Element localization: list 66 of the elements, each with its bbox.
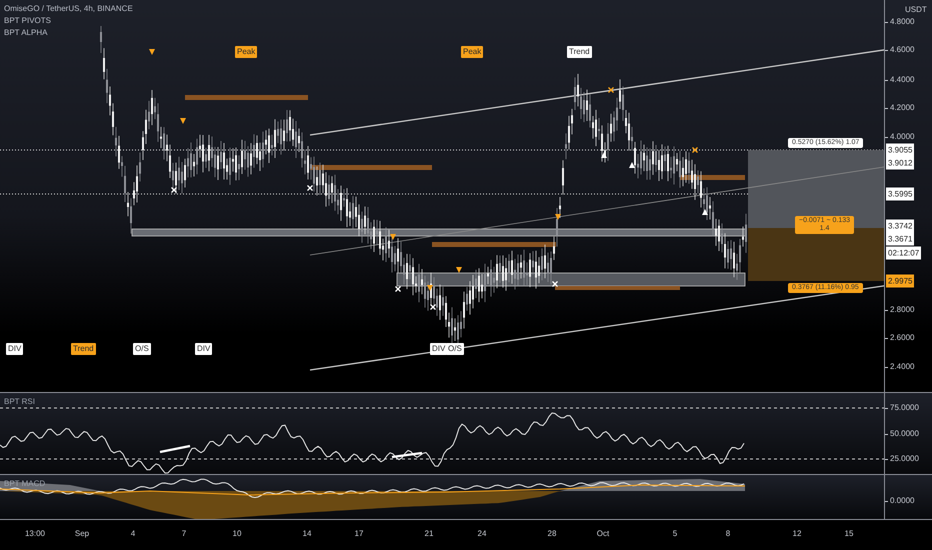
price-tick: 2.4000	[885, 362, 914, 372]
rsi-tick: 75.0000	[885, 403, 919, 413]
price-tag: 3.9012	[886, 156, 914, 170]
indicator-name: BPT PIVOTS	[4, 16, 52, 25]
time-label: 8	[726, 529, 730, 538]
price-tick: 2.6000	[885, 333, 914, 343]
time-label: 4	[130, 529, 136, 538]
triangle-down-icon	[149, 49, 155, 55]
time-label: 10	[232, 529, 242, 538]
time-label: Sep	[74, 529, 90, 538]
symbol-title: OmiseGO / TetherUS, 4h, BINANCE	[4, 4, 133, 13]
signal-label: Trend	[567, 46, 592, 58]
price-tick: 4.8000	[885, 17, 914, 27]
rsi-tick: 50.0000	[885, 429, 919, 439]
currency-unit: USDT	[905, 5, 927, 14]
triangle-down-icon	[427, 285, 433, 291]
signal-label: Trend	[71, 343, 96, 355]
signal-label: O/S	[446, 343, 464, 355]
x-mark-icon	[306, 184, 314, 192]
price-tick: 2.8000	[885, 305, 914, 315]
time-label: Oct	[596, 529, 610, 538]
price-tag: 3.5995	[886, 188, 914, 200]
time-label: 21	[424, 529, 434, 538]
time-label: 12	[792, 529, 802, 538]
time-label: 13:00	[24, 529, 46, 538]
price-tick: 4.0000	[885, 132, 914, 142]
time-label: 24	[478, 529, 486, 538]
x-mark-icon	[394, 286, 402, 292]
price-tag: 02:12:07	[886, 246, 922, 260]
triangle-up-icon	[702, 209, 708, 215]
time-label: 5	[672, 529, 678, 538]
price-tag: 3.3671	[886, 232, 914, 246]
triangle-down-icon	[456, 267, 462, 273]
signal-label: Peak	[235, 46, 258, 58]
triangle-up-icon	[601, 152, 607, 158]
pane-title: BPT RSI	[4, 397, 35, 406]
divergence-line	[392, 452, 422, 458]
price-tag: 2.9975	[886, 274, 914, 288]
divergence-line	[160, 444, 190, 454]
triangle-down-icon	[180, 118, 186, 124]
triangle-down-icon	[390, 234, 396, 240]
macd-tick: 0.0000	[885, 496, 914, 506]
price-tag: 3.3742	[886, 220, 914, 232]
signal-label: DIV	[6, 343, 24, 355]
time-label: 28	[548, 529, 556, 538]
time-label: 14	[302, 529, 312, 538]
price-tick: 4.2000	[885, 103, 914, 113]
price-tick: 4.6000	[885, 45, 914, 55]
signal-label: Peak	[461, 46, 484, 58]
triangle-down-icon	[555, 214, 561, 220]
time-label: 15	[844, 529, 854, 538]
x-mark-icon	[430, 304, 436, 310]
x-mark-icon	[552, 280, 558, 288]
x-mark-icon	[692, 146, 698, 154]
signal-label: DIV	[430, 343, 448, 355]
price-tick: 4.4000	[885, 75, 914, 85]
indicator-name: BPT ALPHA	[4, 28, 48, 37]
x-mark-icon	[608, 86, 614, 94]
x-mark-icon	[170, 186, 178, 194]
signal-label: O/S	[133, 343, 151, 355]
signal-label: DIV	[195, 343, 212, 355]
time-label: 17	[354, 529, 364, 538]
rsi-tick: 25.0000	[885, 454, 919, 464]
time-label: 7	[182, 529, 186, 538]
triangle-up-icon	[629, 162, 635, 168]
price-tag: 3.9055	[886, 144, 914, 156]
